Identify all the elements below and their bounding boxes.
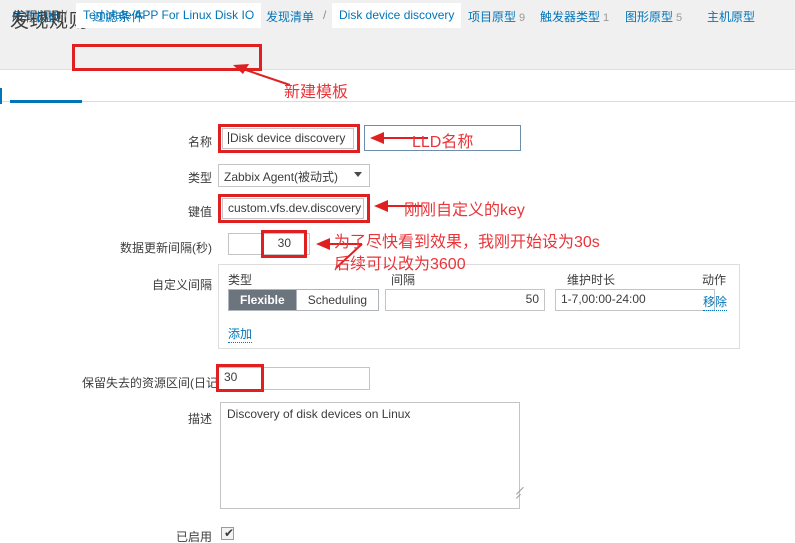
interval-type-toggle[interactable]: Flexible Scheduling	[228, 289, 380, 311]
custom-intervals-box: 类型 间隔 维护时长 动作 Flexible Scheduling 50 1-7…	[218, 264, 740, 349]
breadcrumb-separator-2: /	[323, 8, 327, 22]
interval-type-flexible[interactable]: Flexible	[229, 290, 296, 310]
ci-header-period: 维护时长	[567, 273, 616, 287]
nav-item-item-prototypes-label: 项目原型	[468, 10, 517, 24]
nav-item-graph-prototypes[interactable]: 图形原型 5	[625, 8, 682, 25]
nav-item-host-prototypes-label: 主机原型	[707, 10, 756, 24]
interval-add-link[interactable]: 添加	[228, 325, 253, 343]
enabled-checkbox[interactable]: ✔	[221, 527, 234, 540]
nav-item-trigger-prototypes-count: 1	[603, 12, 610, 24]
type-select[interactable]: Zabbix Agent(被动式)	[218, 164, 370, 187]
ci-header-interval: 间隔	[391, 273, 416, 287]
interval-period-input[interactable]: 1-7,00:00-24:00	[555, 289, 715, 311]
tab-filters[interactable]: 过滤条件	[92, 6, 144, 25]
nav-item-trigger-prototypes[interactable]: 触发器类型 1	[540, 8, 609, 25]
tab-active-indicator	[10, 100, 82, 103]
checkmark-icon: ✔	[224, 526, 235, 540]
tab-bar	[0, 70, 795, 102]
update-interval-input[interactable]: 30	[228, 233, 310, 255]
ci-header-type: 类型	[228, 273, 253, 287]
tab-left-accent	[0, 88, 2, 104]
custom-intervals-label: 自定义间隔	[151, 278, 212, 292]
type-select-value: Zabbix Agent(被动式)	[224, 170, 339, 184]
annotation-interval-note-1: 为了尽快看到效果，我刚开始设为30s	[334, 234, 600, 251]
keep-lost-input[interactable]: 30	[218, 367, 370, 390]
key-input[interactable]: custom.vfs.dev.discovery	[222, 198, 364, 219]
chevron-down-icon	[354, 172, 362, 177]
description-label: 描述	[187, 412, 212, 426]
breadcrumb-separator-1: /	[64, 8, 68, 22]
name-input[interactable]: Disk device discovery	[222, 128, 354, 149]
breadcrumb-current-rule[interactable]: Disk device discovery	[332, 3, 462, 28]
nav-item-graph-prototypes-count: 5	[676, 12, 683, 24]
nav-item-trigger-prototypes-label: 触发器类型	[540, 10, 601, 24]
name-label: 名称	[187, 135, 212, 149]
interval-type-scheduling[interactable]: Scheduling	[295, 290, 379, 310]
description-textarea[interactable]: Discovery of disk devices on Linux	[220, 402, 520, 509]
type-label: 类型	[187, 171, 212, 185]
nav-item-item-prototypes[interactable]: 项目原型 9	[468, 8, 525, 25]
nav-item-item-prototypes-count: 9	[519, 12, 526, 24]
name-input-value: Disk device discovery	[230, 131, 346, 145]
update-interval-label: 数据更新间隔(秒)	[120, 241, 212, 255]
annotation-lld-name: LLD名称	[412, 134, 474, 151]
annotation-custom-key: 刚刚自定义的key	[404, 202, 525, 219]
breadcrumb-bar	[0, 38, 795, 70]
interval-value-input[interactable]: 50	[385, 289, 545, 311]
interval-remove-link[interactable]: 移除	[703, 293, 728, 311]
discovery-rule-page: 发现规则 所有模板 / Template APP For Linux Disk …	[0, 0, 795, 543]
text-cursor	[228, 132, 229, 144]
ci-header-action: 动作	[702, 273, 727, 287]
enabled-label: 已启用	[175, 530, 212, 543]
breadcrumb-discovery-list[interactable]: 发现清单	[266, 8, 314, 25]
key-label: 键值	[187, 205, 212, 219]
keep-lost-label: 保留失去的资源区间(日记)	[82, 376, 222, 390]
annotation-outline-lld-name	[364, 125, 521, 151]
tab-discovery-rule[interactable]: 发现规则	[12, 6, 64, 25]
nav-item-host-prototypes[interactable]: 主机原型	[707, 8, 755, 25]
nav-item-graph-prototypes-label: 图形原型	[625, 10, 674, 24]
